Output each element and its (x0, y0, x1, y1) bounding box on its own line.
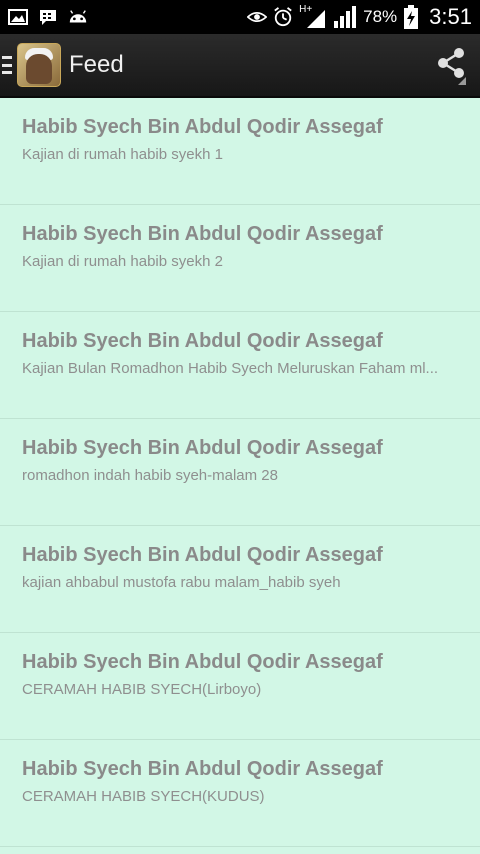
item-title: Habib Syech Bin Abdul Qodir Assegaf (22, 330, 383, 352)
battery-charging-icon (403, 5, 419, 29)
item-title: Habib Syech Bin Abdul Qodir Assegaf (22, 116, 383, 138)
item-title: Habib Syech Bin Abdul Qodir Assegaf (22, 223, 383, 245)
list-item[interactable]: Habib Syech Bin Abdul Qodir Assegaf Kaji… (0, 205, 480, 312)
list-item[interactable]: Habib Syech Bin Abdul Qodir Assegaf CERA… (0, 740, 480, 847)
page-title: Feed (69, 51, 124, 78)
clock: 3:51 (429, 4, 472, 29)
image-icon (8, 8, 28, 26)
list-item[interactable]: Habib Syech Bin Abdul Qodir Assegaf roma… (0, 419, 480, 526)
item-subtitle: Kajian Bulan Romadhon Habib Syech Meluru… (22, 360, 439, 377)
battery-percent: 78% (363, 7, 398, 26)
item-title: Habib Syech Bin Abdul Qodir Assegaf (22, 544, 383, 566)
list-item[interactable]: Habib Syech Bin Abdul Qodir Assegaf kaji… (0, 526, 480, 633)
signal-h-plus-icon: H+ (299, 4, 327, 28)
alarm-icon (273, 7, 293, 27)
item-subtitle: Kajian di rumah habib syekh 1 (22, 146, 223, 163)
item-title: Habib Syech Bin Abdul Qodir Assegaf (22, 758, 383, 780)
item-subtitle: kajian ahbabul mustofa rabu malam_habib … (22, 574, 341, 591)
list-item[interactable]: Habib Syech Bin Abdul Qodir Assegaf Kaji… (0, 98, 480, 205)
signal-icon (333, 6, 357, 28)
item-subtitle: CERAMAH HABIB SYECH(Lirboyo) (22, 681, 262, 698)
app-logo[interactable] (17, 43, 61, 87)
eye-icon (247, 8, 268, 26)
list-item[interactable]: Habib Syech Bin Abdul Qodir Assegaf Kaji… (0, 312, 480, 419)
android-icon (68, 8, 88, 26)
status-bar: H+ 78% 3:51 (0, 0, 480, 34)
bbm-icon (38, 8, 58, 26)
drawer-menu-icon[interactable] (2, 53, 14, 77)
item-subtitle: CERAMAH HABIB SYECH(KUDUS) (22, 788, 265, 805)
share-button[interactable] (422, 33, 480, 97)
action-bar: Feed (0, 34, 480, 98)
item-title: Habib Syech Bin Abdul Qodir Assegaf (22, 651, 383, 673)
network-label: H+ (299, 4, 313, 15)
item-subtitle: Kajian di rumah habib syekh 2 (22, 253, 223, 270)
item-title: Habib Syech Bin Abdul Qodir Assegaf (22, 437, 383, 459)
list-item[interactable]: Habib Syech Bin Abdul Qodir Assegaf CERA… (0, 633, 480, 740)
item-subtitle: romadhon indah habib syeh-malam 28 (22, 467, 278, 484)
feed-list[interactable]: Habib Syech Bin Abdul Qodir Assegaf Kaji… (0, 98, 480, 854)
